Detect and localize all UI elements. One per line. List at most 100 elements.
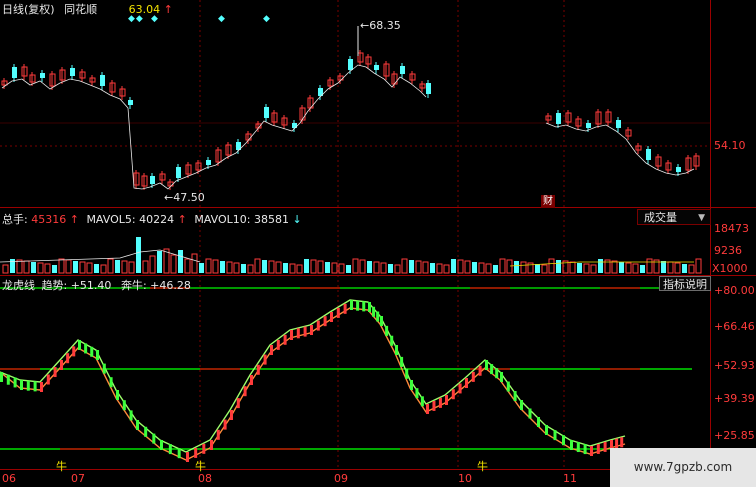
volume-bar xyxy=(205,258,212,274)
volume-axis-mid: 9236 xyxy=(714,244,742,257)
volume-bar xyxy=(457,259,464,274)
indicator-stick xyxy=(583,444,587,455)
volume-bar xyxy=(254,258,261,274)
volume-bar xyxy=(262,260,267,273)
mavol5-value: 40224 xyxy=(139,213,175,226)
volume-bar xyxy=(86,262,93,274)
price-candle xyxy=(556,113,561,124)
indicator-stick xyxy=(256,364,260,375)
volume-bar xyxy=(296,264,303,274)
volume-bar xyxy=(220,261,225,273)
indicator-stick xyxy=(60,360,63,370)
volume-bar xyxy=(619,262,624,273)
volume-bar xyxy=(23,260,30,274)
volume-bar xyxy=(485,263,492,274)
event-diamond-icon[interactable]: ◆ xyxy=(218,14,225,24)
indicator-stick xyxy=(376,311,380,322)
price-candle xyxy=(206,160,211,165)
volume-bar xyxy=(583,263,590,274)
volume-bar xyxy=(367,261,372,273)
indicator-stick xyxy=(368,302,371,312)
time-axis-label: 09 xyxy=(334,472,348,485)
volume-bar xyxy=(667,261,674,274)
axis-divider xyxy=(710,0,711,470)
indicator-stick xyxy=(405,368,409,379)
volume-bar xyxy=(415,260,422,274)
volume-bar xyxy=(401,258,408,274)
volume-bar xyxy=(275,261,282,274)
indicator-stick xyxy=(53,367,57,378)
period-label[interactable]: 日线(复权) xyxy=(2,3,55,16)
trend-label: 趋势 xyxy=(41,279,64,292)
indicator-stick xyxy=(400,356,404,367)
event-diamond-icon[interactable]: ◆ xyxy=(151,14,158,24)
indicator-stick xyxy=(210,440,213,450)
volume-bar xyxy=(598,259,603,273)
indicator-help-button[interactable]: 指标说明 xyxy=(659,276,711,291)
indicator-stick xyxy=(84,343,88,354)
indicator-stick xyxy=(562,435,565,446)
volume-bar xyxy=(115,260,120,273)
indicator-stick xyxy=(168,444,172,455)
finance-marker[interactable]: 财 xyxy=(541,195,555,208)
panel-divider-volume xyxy=(0,207,756,208)
volume-bar xyxy=(409,260,414,273)
indicator-stick xyxy=(263,354,267,365)
indicator-stick xyxy=(290,330,293,340)
volume-bar xyxy=(436,263,443,274)
indicator-stick xyxy=(20,380,23,390)
volume-bar xyxy=(212,259,219,274)
volume-bar xyxy=(304,259,309,273)
indicator-stick xyxy=(46,374,50,385)
volume-bar xyxy=(556,260,561,273)
indicator-selector-value: 成交量 xyxy=(644,211,677,224)
indicator-stick xyxy=(537,417,540,427)
volume-bar xyxy=(359,259,366,274)
volume-bar xyxy=(541,264,548,274)
indicator-stick xyxy=(230,410,233,420)
volume-bar xyxy=(310,259,317,274)
total-volume-value: 45316 xyxy=(31,213,67,226)
indicator-stick xyxy=(144,426,148,437)
volume-bar xyxy=(107,258,114,274)
event-diamond-icon[interactable]: ◆ xyxy=(263,14,270,24)
indicator-stick xyxy=(152,433,156,444)
indicator-stick xyxy=(520,400,523,410)
price-candle xyxy=(616,120,621,128)
indicator-stick xyxy=(160,440,163,450)
indicator-stick xyxy=(513,391,517,402)
indicator-axis-label: +66.46 xyxy=(714,320,755,333)
mavol10-down-arrow: ↓ xyxy=(292,213,302,226)
volume-bar xyxy=(170,254,177,274)
volume-bar xyxy=(388,264,393,273)
volume-header: 总手: 45316 ↑ MAVOL5: 40224 ↑ MAVOL10: 385… xyxy=(2,213,302,226)
price-candle xyxy=(426,83,431,94)
mavol10-label: MAVOL10 xyxy=(194,213,247,226)
mavol10-value: 38581 xyxy=(253,213,289,226)
volume-bar xyxy=(373,261,380,274)
indicator-stick xyxy=(395,345,398,355)
event-diamond-icon[interactable]: ◆◆ xyxy=(128,14,144,24)
volume-bar xyxy=(283,263,288,273)
total-volume-label: 总手 xyxy=(2,213,24,226)
indicator-stick xyxy=(490,364,494,375)
panel-divider-indicator xyxy=(0,275,756,276)
volume-bar xyxy=(142,260,149,274)
indicator-stick xyxy=(96,350,99,360)
indicator-selector[interactable]: 成交量 ▼ xyxy=(637,209,711,225)
indicator-stick xyxy=(596,443,600,454)
indicator-stick xyxy=(13,377,17,388)
volume-bar xyxy=(451,259,456,273)
indicator-stick xyxy=(458,383,462,394)
indicator-stick xyxy=(323,316,327,327)
stock-name[interactable]: 同花顺 xyxy=(64,3,97,16)
indicator-stick xyxy=(236,398,240,409)
indicator-stick xyxy=(465,378,468,388)
bull-label: 奔牛 xyxy=(120,279,143,292)
indicator-stick xyxy=(33,381,37,392)
volume-bar xyxy=(2,264,9,274)
volume-bar xyxy=(430,263,435,273)
volume-bar xyxy=(128,261,135,274)
indicator-stick xyxy=(545,425,548,435)
volume-bar xyxy=(52,265,57,273)
